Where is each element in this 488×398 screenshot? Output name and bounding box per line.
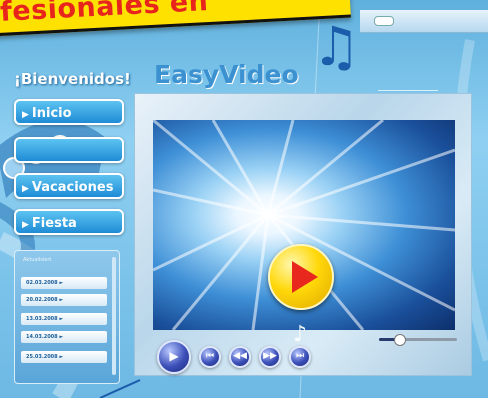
rewind-button[interactable]: ◀◀: [229, 346, 251, 368]
nav-item-label: Inicio: [31, 106, 72, 121]
date-list-item[interactable]: 20.02.2008 ►: [21, 294, 107, 306]
arrow-right-icon: ▶: [22, 184, 29, 194]
volume-thumb[interactable]: [393, 334, 406, 346]
skip-end-icon: ⏭: [295, 351, 305, 361]
music-note-icon: ♫: [312, 15, 361, 78]
video-screen[interactable]: [153, 120, 455, 330]
nav-item-vacaciones[interactable]: ▶ Vacaciones: [14, 173, 124, 199]
arrow-right-icon: ▶: [22, 220, 29, 230]
date-list-item[interactable]: 02.03.2008 ►: [21, 277, 107, 289]
welcome-heading: ¡Bienvenidos!: [14, 70, 131, 88]
nav-item-fiesta[interactable]: ▶ Fiesta: [14, 209, 124, 235]
fast-forward-icon: ▶▶: [263, 351, 277, 361]
date-list-item[interactable]: 14.03.2008 ►: [21, 331, 107, 343]
arrow-right-icon: ▶: [22, 110, 29, 120]
play-button[interactable]: ▶: [157, 340, 191, 374]
date-list-title: Aktualisiert: [23, 257, 52, 263]
date-list-scrollbar[interactable]: [112, 257, 116, 375]
last-button[interactable]: ⏭: [289, 346, 311, 368]
play-icon: ▶: [169, 349, 179, 363]
first-button[interactable]: ⏮: [199, 346, 221, 368]
video-player: ♪ ▶ ⏮ ◀◀ ▶▶ ⏭: [134, 93, 472, 376]
date-list-panel: Aktualisiert 02.03.2008 ► 20.02.2008 ► 1…: [14, 250, 120, 384]
top-slider-thumb[interactable]: [374, 16, 394, 26]
volume-slider[interactable]: [379, 334, 457, 346]
big-play-button[interactable]: [268, 244, 334, 310]
promo-banner-text: fesionales en: [0, 0, 210, 28]
date-list-item[interactable]: 25.03.2008 ►: [21, 351, 107, 363]
nav-item-label: Vacaciones: [31, 180, 114, 195]
rewind-icon: ◀◀: [233, 351, 247, 361]
app-logo: EasyVideo: [154, 60, 299, 89]
nav-item-label: Fiesta: [31, 216, 77, 231]
nav-item-2[interactable]: [14, 137, 124, 163]
music-note-icon: ♪: [293, 322, 308, 347]
skip-start-icon: ⏮: [205, 351, 215, 361]
divider: [378, 90, 438, 91]
play-icon: [292, 261, 318, 293]
nav-item-inicio[interactable]: ▶ Inicio: [14, 99, 124, 125]
forward-button[interactable]: ▶▶: [259, 346, 281, 368]
date-list-item[interactable]: 13.03.2008 ►: [21, 313, 107, 325]
top-slider-bar[interactable]: [360, 10, 488, 33]
